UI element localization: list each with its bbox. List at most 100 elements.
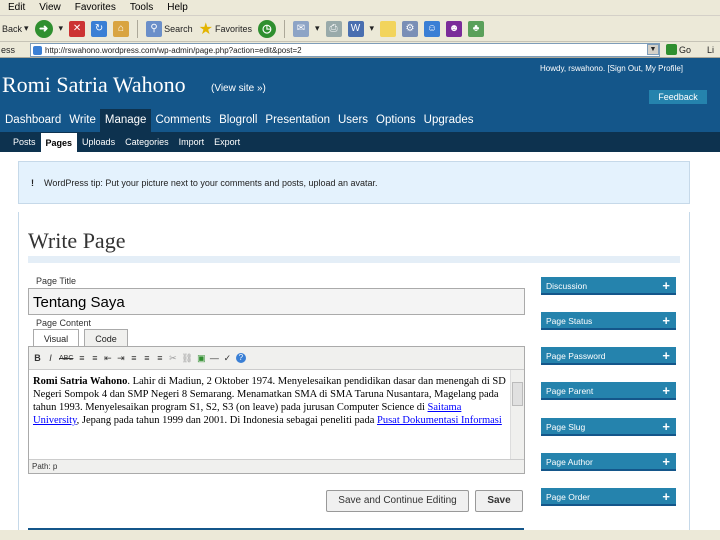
- submenu-posts[interactable]: Posts: [8, 134, 41, 150]
- sidebar-discussion[interactable]: Discussion +: [541, 277, 676, 295]
- toolbar-separator: [137, 19, 139, 38]
- refresh-icon[interactable]: ↻: [91, 20, 108, 37]
- editor-scrollbar[interactable]: [510, 370, 524, 460]
- expand-icon[interactable]: +: [662, 312, 670, 330]
- browser-toolbar: Back ▾ ➜ ▾ ✕ ↻ ⌂ ⚲ Search ★ Favorites ◷ …: [0, 16, 720, 42]
- dropdown-arrow-icon[interactable]: ▾: [370, 23, 375, 34]
- submenu-categories[interactable]: Categories: [120, 134, 174, 150]
- menu-comments[interactable]: Comments: [151, 114, 215, 132]
- align-left-icon[interactable]: ≡: [129, 353, 138, 363]
- content-name: Romi Satria Wahono: [33, 376, 128, 387]
- link-icon[interactable]: ⛓: [181, 353, 192, 364]
- submenu-import[interactable]: Import: [174, 134, 210, 150]
- sidebar-label: Page Author: [546, 457, 593, 467]
- expand-icon[interactable]: +: [662, 453, 670, 471]
- rich-text-editor[interactable]: B I ABC ≡ ≡ ⇤ ⇥ ≡ ≡ ≡ ✂ ⛓ ▣ ― ✓ ? Romi S…: [28, 346, 525, 474]
- editor-toolbar: B I ABC ≡ ≡ ⇤ ⇥ ≡ ≡ ≡ ✂ ⛓ ▣ ― ✓ ?: [29, 347, 524, 370]
- edit-icon[interactable]: W: [347, 20, 364, 37]
- sidebar-page-slug[interactable]: Page Slug +: [541, 418, 676, 436]
- history-icon[interactable]: ◷: [257, 19, 276, 38]
- spellcheck-icon[interactable]: ✓: [223, 353, 232, 364]
- links-label[interactable]: Li: [707, 45, 714, 55]
- submenu-export[interactable]: Export: [209, 134, 245, 150]
- sidebar-page-password[interactable]: Page Password +: [541, 347, 676, 365]
- messenger-icon[interactable]: ☺: [424, 20, 441, 37]
- forward-icon[interactable]: ➜: [34, 19, 53, 38]
- research-icon[interactable]: ⚙: [402, 20, 419, 37]
- url-field[interactable]: http://rswahono.wordpress.com/wp-admin/p…: [30, 43, 660, 57]
- expand-icon[interactable]: +: [662, 277, 670, 295]
- menu-view[interactable]: View: [39, 2, 61, 13]
- menu-manage[interactable]: Manage: [99, 109, 152, 132]
- bullet-list-icon[interactable]: ≡: [77, 353, 86, 363]
- menu-edit[interactable]: Edit: [8, 2, 25, 13]
- dropdown-arrow-icon[interactable]: ▾: [24, 23, 29, 34]
- expand-icon[interactable]: +: [662, 382, 670, 400]
- menu-upgrades[interactable]: Upgrades: [420, 114, 478, 132]
- help-icon[interactable]: ?: [235, 353, 246, 363]
- sidebar-page-parent[interactable]: Page Parent +: [541, 382, 676, 400]
- mail-icon[interactable]: ✉: [292, 20, 309, 37]
- dropdown-arrow-icon[interactable]: ▾: [315, 23, 320, 34]
- dropdown-arrow-icon[interactable]: ▾: [59, 23, 64, 34]
- people-icon[interactable]: ♣: [468, 20, 485, 37]
- search-button[interactable]: ⚲ Search: [146, 20, 193, 37]
- go-icon: [666, 44, 677, 55]
- page-icon: [33, 45, 42, 55]
- sidebar-label: Page Order: [546, 492, 590, 502]
- tab-code[interactable]: Code: [84, 329, 128, 347]
- sidebar-page-status[interactable]: Page Status +: [541, 312, 676, 330]
- menu-blogroll[interactable]: Blogroll: [215, 114, 261, 132]
- address-dropdown-icon[interactable]: ▼: [647, 44, 659, 55]
- page-title: Write Page: [28, 228, 126, 253]
- menu-write[interactable]: Write: [65, 114, 100, 132]
- unlink-icon[interactable]: ✂: [168, 353, 177, 364]
- menu-help[interactable]: Help: [167, 2, 188, 13]
- wp-header: Romi Satria Wahono (View site ») Howdy, …: [0, 58, 720, 107]
- pdii-link[interactable]: Pusat Dokumentasi Informasi: [377, 415, 502, 426]
- save-continue-button[interactable]: Save and Continue Editing: [326, 490, 469, 512]
- stop-icon[interactable]: ✕: [69, 20, 86, 37]
- save-button[interactable]: Save: [475, 490, 523, 512]
- submenu-uploads[interactable]: Uploads: [77, 134, 120, 150]
- indent-icon[interactable]: ⇥: [116, 353, 125, 364]
- submenu-pages[interactable]: Pages: [40, 132, 78, 153]
- menu-tools[interactable]: Tools: [130, 2, 153, 13]
- note-icon[interactable]: [380, 20, 397, 37]
- sidebar-page-author[interactable]: Page Author +: [541, 453, 676, 471]
- sidebar-label: Page Password: [546, 351, 606, 361]
- view-site-link[interactable]: (View site »): [211, 83, 266, 94]
- image-icon[interactable]: ▣: [197, 353, 206, 364]
- menu-favorites[interactable]: Favorites: [75, 2, 116, 13]
- feedback-button[interactable]: Feedback: [649, 90, 707, 104]
- editor-content[interactable]: Romi Satria Wahono. Lahir di Madiun, 2 O…: [33, 375, 509, 459]
- yahoo-messenger-icon[interactable]: ☻: [446, 20, 463, 37]
- page-title-input[interactable]: Tentang Saya: [28, 288, 525, 315]
- back-button[interactable]: Back ▾: [2, 23, 29, 34]
- user-info[interactable]: Howdy, rswahono. [Sign Out, My Profile]: [540, 64, 683, 73]
- align-center-icon[interactable]: ≡: [142, 353, 151, 363]
- italic-button[interactable]: I: [46, 353, 55, 363]
- expand-icon[interactable]: +: [662, 347, 670, 365]
- expand-icon[interactable]: +: [662, 418, 670, 436]
- expand-icon[interactable]: +: [662, 488, 670, 506]
- more-break-icon[interactable]: ―: [210, 353, 219, 363]
- home-icon[interactable]: ⌂: [113, 20, 130, 37]
- sidebar-label: Page Parent: [546, 386, 594, 396]
- bold-button[interactable]: B: [33, 353, 42, 363]
- menu-options[interactable]: Options: [372, 114, 420, 132]
- favorites-button[interactable]: ★ Favorites: [199, 19, 252, 39]
- tab-visual[interactable]: Visual: [33, 329, 79, 347]
- outdent-icon[interactable]: ⇤: [103, 353, 112, 364]
- strikethrough-button[interactable]: ABC: [59, 355, 73, 362]
- go-button[interactable]: Go Li: [666, 44, 714, 55]
- wordpress-tip: ! WordPress tip: Put your picture next to…: [18, 161, 690, 204]
- sidebar-page-order[interactable]: Page Order +: [541, 488, 676, 506]
- menu-dashboard[interactable]: Dashboard: [1, 114, 65, 132]
- menu-users[interactable]: Users: [334, 114, 372, 132]
- numbered-list-icon[interactable]: ≡: [90, 353, 99, 363]
- align-right-icon[interactable]: ≡: [155, 353, 164, 363]
- menu-presentation[interactable]: Presentation: [261, 114, 334, 132]
- print-icon[interactable]: ⎙: [325, 20, 342, 37]
- scrollbar-thumb[interactable]: [512, 382, 523, 406]
